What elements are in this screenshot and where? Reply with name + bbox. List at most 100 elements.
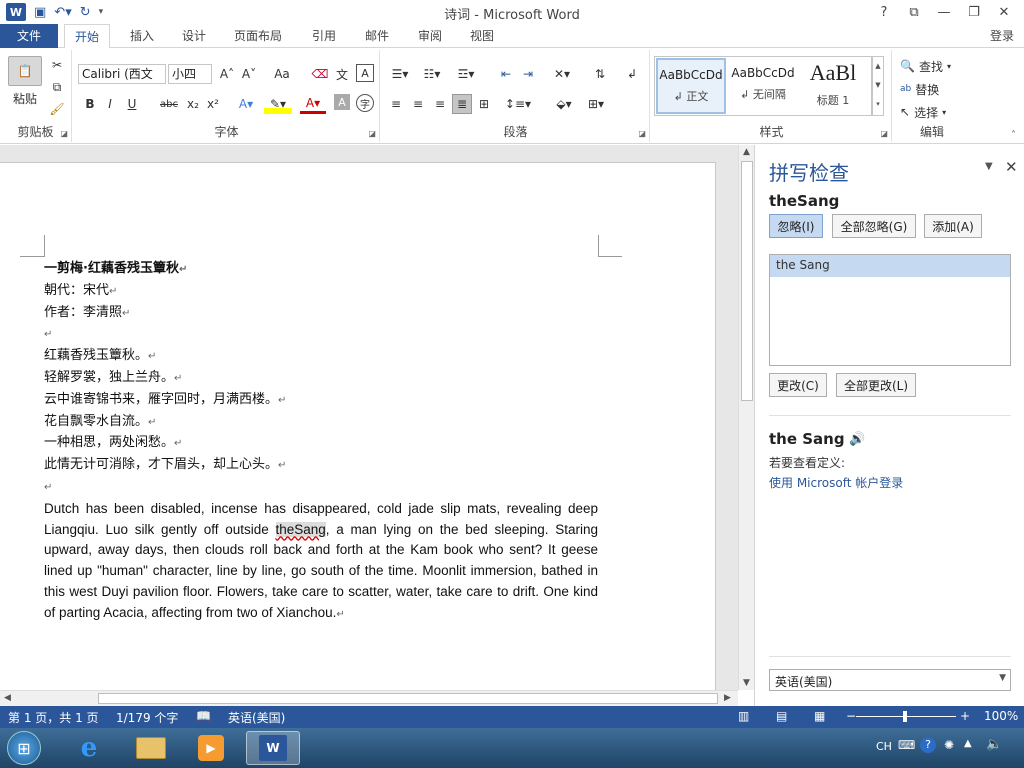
line-spacing-icon[interactable]: ↕≡▾ [504,94,532,114]
text-effects-icon[interactable]: A▾ [234,94,258,114]
zoom-slider-thumb[interactable] [903,711,907,722]
tray-language[interactable]: CH [876,740,892,753]
decrease-indent-icon[interactable]: ⇤ [496,64,516,84]
cut-icon[interactable]: ✂ [48,56,66,74]
bullets-icon[interactable]: ☰▾ [386,64,414,84]
multilevel-list-icon[interactable]: ☲▾ [452,64,480,84]
volume-icon[interactable]: 🔈 [986,737,1002,752]
replace-button[interactable]: ab 替换 [900,79,939,99]
char-shading-icon[interactable]: A [334,94,350,110]
paste-button[interactable]: 粘贴 [6,90,44,107]
scroll-left-icon[interactable]: ◀ [4,693,11,703]
suggestion-item[interactable]: the Sang [770,255,1010,277]
change-all-button[interactable]: 全部更改(L) [836,373,916,397]
sign-in-link[interactable]: 登录 [980,24,1024,48]
restore-button[interactable]: ❐ [960,2,988,22]
superscript-button[interactable]: x² [204,94,222,114]
paragraph-launcher-icon[interactable]: ◪ [638,129,646,138]
bold-button[interactable]: B [80,94,100,114]
distributed-icon[interactable]: ⊞ [474,94,494,114]
horizontal-scrollbar[interactable]: ◀ ▶ [0,690,738,706]
ignore-all-button[interactable]: 全部忽略(G) [832,214,916,238]
tab-home[interactable]: 开始 [64,24,111,49]
change-button[interactable]: 更改(C) [769,373,827,397]
tab-layout[interactable]: 页面布局 [224,24,292,48]
help-button[interactable]: ? [870,2,898,22]
close-window-button[interactable]: ✕ [990,2,1018,22]
shrink-font-icon[interactable]: A˅ [240,64,258,84]
proofing-icon[interactable]: 📖 [196,709,211,723]
scroll-up-icon[interactable]: ▲ [743,147,750,157]
styles-launcher-icon[interactable]: ◪ [880,129,888,138]
zoom-level[interactable]: 100% [984,709,1018,723]
tab-review[interactable]: 审阅 [408,24,452,48]
clear-format-icon[interactable]: ⌫ [310,64,330,84]
tab-file[interactable]: 文件 [0,24,58,48]
italic-button[interactable]: I [100,94,120,114]
read-mode-icon[interactable]: ▥ [738,709,749,723]
tab-mailings[interactable]: 邮件 [355,24,399,48]
strikethrough-button[interactable]: abc [156,94,182,114]
align-center-icon[interactable]: ≡ [408,94,428,114]
word-taskbar-icon[interactable]: W [246,731,300,765]
pane-options-icon[interactable]: ▼ [985,161,993,172]
font-name-dropdown[interactable]: Calibri (西文 [78,64,166,84]
file-explorer-icon[interactable] [124,731,178,765]
signin-link[interactable]: 使用 Microsoft 帐户登录 [769,474,903,491]
tab-view[interactable]: 视图 [460,24,504,48]
change-case-button[interactable]: Aa [268,64,296,84]
tab-design[interactable]: 设计 [172,24,216,48]
show-marks-icon[interactable]: ↲ [622,64,642,84]
font-color-icon[interactable]: A▾ [300,94,326,114]
borders-icon[interactable]: ⊞▾ [582,94,610,114]
clipboard-launcher-icon[interactable]: ◪ [60,129,68,138]
font-launcher-icon[interactable]: ◪ [368,129,376,138]
media-player-icon[interactable]: ▶ [184,731,238,765]
add-button[interactable]: 添加(A) [924,214,982,238]
copy-icon[interactable]: ⧉ [48,78,66,96]
collapse-ribbon-icon[interactable]: ˄ [1011,130,1016,141]
scroll-down-icon[interactable]: ▼ [743,678,750,688]
ribbon-display-icon[interactable]: ⧉ [900,2,928,22]
suggestions-list[interactable]: the Sang [769,254,1011,366]
language-dropdown[interactable]: 英语(美国) ▼ [769,669,1011,691]
keyboard-icon[interactable]: ⌨ [898,738,915,752]
subscript-button[interactable]: x₂ [184,94,202,114]
font-size-dropdown[interactable]: 小四 [168,64,212,84]
print-layout-icon[interactable]: ▤ [776,709,787,723]
justify-icon[interactable]: ≣ [452,94,472,114]
style-heading1[interactable]: AaBl 标题 1 [800,58,866,114]
find-button[interactable]: 🔍 查找 ▾ [900,56,951,76]
highlight-icon[interactable]: ✎▾ [264,94,292,114]
scroll-right-icon[interactable]: ▶ [724,693,731,703]
zoom-in-icon[interactable]: + [960,709,970,723]
ignore-button[interactable]: 忽略(I) [769,214,823,238]
paste-icon[interactable]: 📋 [8,56,42,86]
speaker-icon[interactable]: 🔊 [849,432,865,447]
show-hidden-icons[interactable]: ▲ [964,738,972,749]
horizontal-scroll-thumb[interactable] [98,693,718,704]
chinese-layout-icon[interactable]: ✕▾ [548,64,576,84]
word-count[interactable]: 1/179 个字 [116,709,178,726]
align-left-icon[interactable]: ≡ [386,94,406,114]
tray-settings-icon[interactable]: ✺ [944,738,954,752]
numbering-icon[interactable]: ☷▾ [418,64,446,84]
vertical-scrollbar[interactable]: ▲ ▼ [738,145,754,690]
underline-button[interactable]: U [122,94,142,114]
misspelled-word[interactable]: theSang [275,521,326,537]
style-no-spacing[interactable]: AaBbCcDd ↲ 无间隔 [728,58,798,114]
zoom-out-icon[interactable]: − [846,709,856,723]
tab-insert[interactable]: 插入 [120,24,164,48]
internet-explorer-icon[interactable]: e [62,731,116,765]
style-normal[interactable]: AaBbCcDd ↲ 正文 [656,58,726,114]
pane-close-icon[interactable]: ✕ [1005,158,1018,176]
select-button[interactable]: ↖ 选择 ▾ [900,102,946,122]
windows-logo-icon[interactable]: ⊞ [2,731,46,765]
phonetic-guide-icon[interactable]: 文 [332,64,352,84]
sort-icon[interactable]: ⇅ [590,64,610,84]
help-tray-icon[interactable]: ? [920,737,936,753]
document-body[interactable]: 一剪梅·红藕香残玉簟秋↵ 朝代：宋代↵ 作者：李清照↵ ↵ 红藕香残玉簟秋。↵ … [44,259,598,626]
tab-references[interactable]: 引用 [302,24,346,48]
minimize-button[interactable]: — [930,2,958,22]
format-painter-icon[interactable]: 🖌 [48,100,66,118]
